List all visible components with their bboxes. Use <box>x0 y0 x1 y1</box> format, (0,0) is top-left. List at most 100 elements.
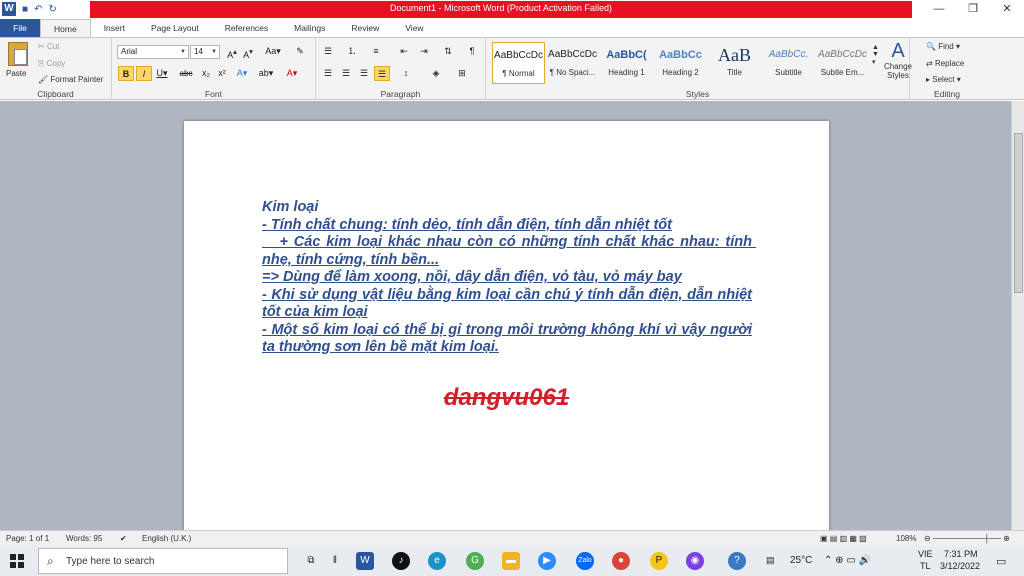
style-title[interactable]: AaB Title <box>708 42 761 84</box>
file-explorer-icon[interactable]: ▬ <box>502 552 520 570</box>
save-icon[interactable]: ■ <box>22 4 28 15</box>
highlight-icon[interactable]: ab▾ <box>258 66 274 81</box>
clock-date[interactable]: 3/12/2022 <box>940 561 980 571</box>
zoom-app-icon[interactable]: ▶ <box>538 552 556 570</box>
restore-button[interactable]: ❐ <box>956 0 990 19</box>
app3-icon[interactable]: ◉ <box>686 552 704 570</box>
close-button[interactable]: ✕ <box>990 0 1024 19</box>
paste-icon[interactable] <box>8 42 28 66</box>
doc-line[interactable]: + Các kim loại khác nhau còn có những tí… <box>262 234 752 269</box>
tab-insert[interactable]: Insert <box>91 19 138 37</box>
numbering-icon[interactable]: ⒈ <box>344 44 360 59</box>
edge-icon[interactable]: e <box>428 552 446 570</box>
paste-button[interactable]: Paste <box>6 69 26 78</box>
zoom-slider[interactable]: ⊖ ─────────┼── ⊕ <box>924 534 1010 543</box>
grow-font-button[interactable]: A▴ <box>224 44 240 60</box>
tab-view[interactable]: View <box>392 19 436 37</box>
zalo-icon[interactable]: Zalo <box>576 552 594 570</box>
select-button[interactable]: ▸ Select ▾ <box>926 75 961 84</box>
font-color-icon[interactable]: A▾ <box>284 66 300 81</box>
tab-page-layout[interactable]: Page Layout <box>138 19 212 37</box>
style-no-spacing[interactable]: AaBbCcDc ¶ No Spaci... <box>546 42 599 84</box>
doc-line[interactable]: - Tính chất chung: tính dẻo, tính dẫn đi… <box>262 217 752 235</box>
multilevel-list-icon[interactable]: ≡ <box>368 44 384 59</box>
word-count[interactable]: Words: 95 <box>66 534 102 543</box>
style-heading-2[interactable]: AaBbCc Heading 2 <box>654 42 707 84</box>
language-indicator[interactable]: English (U.K.) <box>142 534 191 543</box>
style-normal[interactable]: AaBbCcDc ¶ Normal <box>492 42 545 84</box>
chrome-icon[interactable]: ● <box>612 552 630 570</box>
replace-button[interactable]: ⇄ Replace <box>926 59 964 68</box>
align-right-icon[interactable]: ☰ <box>356 66 372 81</box>
doc-line-heading[interactable]: Kim loại <box>262 199 752 217</box>
subscript-button[interactable]: x₂ <box>198 66 214 81</box>
weather-temp[interactable]: 25°C <box>790 555 812 566</box>
word-taskbar-icon[interactable]: W <box>356 552 374 570</box>
vertical-scrollbar[interactable] <box>1011 101 1024 530</box>
tab-review[interactable]: Review <box>338 19 392 37</box>
borders-icon[interactable]: ⊞ <box>454 66 470 81</box>
language-top[interactable]: VIE <box>918 549 933 559</box>
change-styles-button[interactable]: A Change Styles <box>883 40 913 80</box>
task-view-icon[interactable]: ⧉ <box>302 552 320 570</box>
style-subtitle[interactable]: AaBbCc. Subtitle <box>762 42 815 84</box>
tab-file[interactable]: File <box>0 19 40 37</box>
shrink-font-button[interactable]: A▾ <box>240 44 256 60</box>
bullets-icon[interactable]: ☰ <box>320 44 336 59</box>
document-body[interactable]: Kim loại - Tính chất chung: tính dẻo, tí… <box>262 199 752 357</box>
cut-button[interactable]: ✂ Cut <box>38 42 59 51</box>
document-page[interactable]: Kim loại - Tính chất chung: tính dẻo, tí… <box>184 121 829 530</box>
shading-icon[interactable]: ◈ <box>428 66 444 81</box>
undo-icon[interactable]: ↶ <box>34 4 42 15</box>
help-icon[interactable]: ? <box>728 552 746 570</box>
widgets-icon[interactable]: ‖ <box>326 552 344 570</box>
style-heading-1[interactable]: AaBbC(Heading 1 <box>600 42 653 84</box>
tray-icons[interactable]: ⌃ ⊕ ▭ 🔊 <box>824 555 871 566</box>
bold-button[interactable]: B <box>118 66 134 81</box>
format-painter-button[interactable]: 🖌 Format Painter <box>38 75 103 84</box>
styles-scroll-icon[interactable]: ▲ ▼ ▾ <box>872 44 879 66</box>
decrease-indent-icon[interactable]: ⇤ <box>396 44 412 59</box>
language-bottom[interactable]: TL <box>920 561 931 571</box>
line-spacing-icon[interactable]: ↕ <box>398 66 414 81</box>
signature-text[interactable]: dangvu061 <box>184 384 829 412</box>
clock-time[interactable]: 7:31 PM <box>944 549 978 559</box>
increase-indent-icon[interactable]: ⇥ <box>416 44 432 59</box>
proofing-icon[interactable]: ✔ <box>120 534 127 543</box>
superscript-button[interactable]: x² <box>214 66 230 81</box>
app-icon[interactable]: G <box>466 552 484 570</box>
sort-icon[interactable]: ⇅ <box>440 44 456 59</box>
doc-line[interactable]: - Một số kim loại có thể bị gỉ trong môi… <box>262 322 752 357</box>
tiktok-icon[interactable]: ♪ <box>392 552 410 570</box>
windows-start-icon[interactable] <box>10 554 24 568</box>
tab-mailings[interactable]: Mailings <box>281 19 338 37</box>
align-center-icon[interactable]: ☰ <box>338 66 354 81</box>
strikethrough-button[interactable]: abc <box>178 66 194 81</box>
tab-home[interactable]: Home <box>40 19 91 37</box>
clear-formatting-icon[interactable]: ✎ <box>292 44 308 59</box>
find-button[interactable]: 🔍 Find ▾ <box>926 42 960 51</box>
doc-line[interactable]: => Dùng để làm xoong, nồi, dây dẫn điện,… <box>262 269 752 287</box>
redo-icon[interactable]: ↻ <box>48 4 56 15</box>
doc-line[interactable]: - Khi sử dụng vật liệu bằng kim loại cần… <box>262 287 752 322</box>
underline-button[interactable]: U▾ <box>154 66 170 81</box>
change-case-button[interactable]: Aa▾ <box>262 44 284 59</box>
scrollbar-thumb[interactable] <box>1014 133 1023 293</box>
style-subtle-emphasis[interactable]: AaBbCcDc Subtle Em... <box>816 42 869 84</box>
minimize-button[interactable]: — <box>922 0 956 19</box>
show-formatting-icon[interactable]: ¶ <box>464 44 480 59</box>
copy-button[interactable]: ⎘ Copy <box>38 59 65 69</box>
page-count[interactable]: Page: 1 of 1 <box>6 534 49 543</box>
font-size-combo[interactable]: 14 ▼ <box>190 45 220 59</box>
app2-icon[interactable]: P <box>650 552 668 570</box>
word-logo-icon[interactable]: W <box>2 2 16 16</box>
text-effects-icon[interactable]: A▾ <box>234 66 250 81</box>
tab-references[interactable]: References <box>212 19 281 37</box>
italic-button[interactable]: I <box>136 66 152 81</box>
view-buttons-icon[interactable]: ▣ ▤ ▥ ▦ ▧ <box>820 534 867 543</box>
justify-icon[interactable]: ☰ <box>374 66 390 81</box>
font-name-combo[interactable]: Arial ▼ <box>117 45 189 59</box>
weather-icon[interactable]: ▤ <box>766 555 775 566</box>
taskbar-search[interactable]: ⌕ Type here to search <box>38 548 288 574</box>
align-left-icon[interactable]: ☰ <box>320 66 336 81</box>
